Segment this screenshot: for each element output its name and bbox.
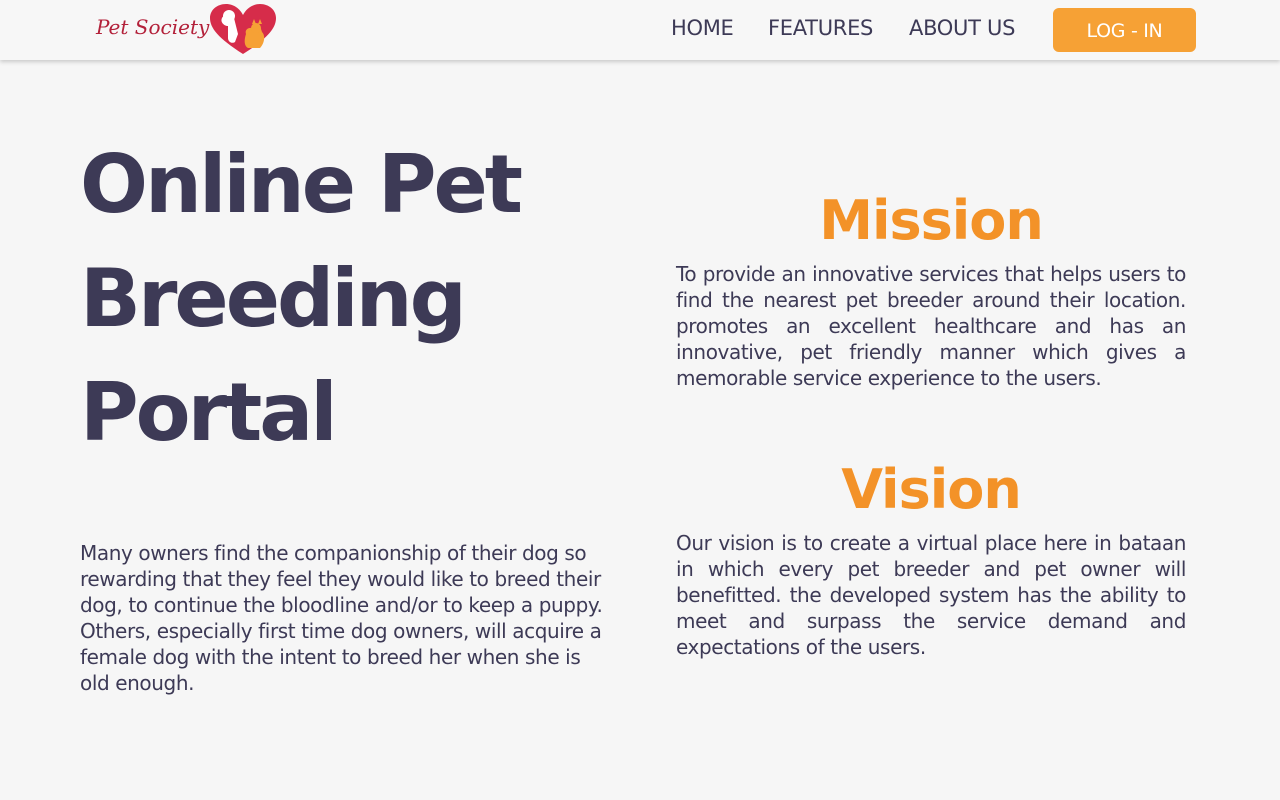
brand-name: Pet Society (96, 15, 210, 39)
hero-description: Many owners find the companionship of th… (80, 541, 603, 695)
brand-logo[interactable]: Pet Society (96, 4, 278, 56)
login-button[interactable]: LOG - IN (1053, 8, 1196, 52)
navbar: Pet Society HOME FEATURES ABOUT US LOG -… (0, 0, 1280, 60)
nav-about-us-link[interactable]: ABOUT US (909, 16, 1015, 40)
heart-pet-logo-icon (210, 4, 276, 54)
hero-title: Online Pet Breeding Portal (80, 138, 523, 459)
vision-title: Vision (841, 458, 1022, 521)
mission-title: Mission (819, 189, 1044, 252)
nav-home-link[interactable]: HOME (671, 16, 734, 40)
nav-features-link[interactable]: FEATURES (768, 16, 873, 40)
mission-text: To provide an innovative services that h… (676, 262, 1186, 390)
vision-text: Our vision is to create a virtual place … (676, 531, 1186, 659)
